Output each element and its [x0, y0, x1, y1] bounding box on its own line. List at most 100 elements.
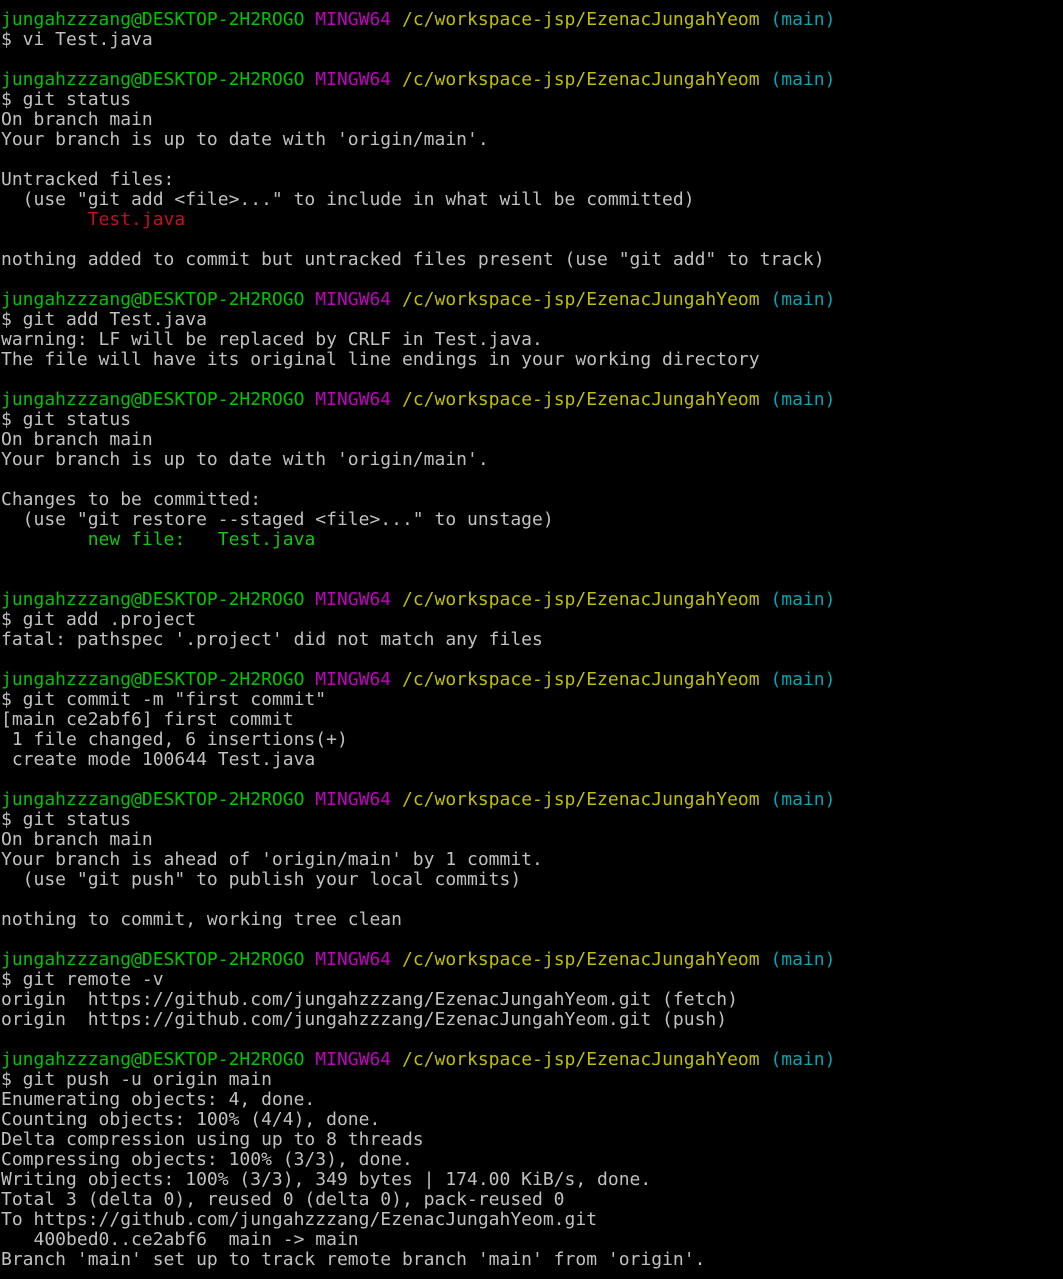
output-text: Writing objects: 100% (3/3), 349 bytes |…	[1, 1169, 652, 1190]
output-text: $ git commit -m "first commit"	[1, 689, 327, 710]
prompt-branch: (main)	[770, 1049, 836, 1070]
prompt-user-host: jungahzzzang@DESKTOP-2H2ROGO	[1, 589, 305, 610]
terminal-line: $ git status	[1, 810, 1063, 830]
terminal-line: create mode 100644 Test.java	[1, 750, 1063, 770]
output-text: Counting objects: 100% (4/4), done.	[1, 1109, 381, 1130]
terminal-line: Test.java	[1, 210, 1063, 230]
output-text: $ vi Test.java	[1, 29, 153, 50]
prompt-user-host: jungahzzzang@DESKTOP-2H2ROGO	[1, 389, 305, 410]
prompt-mingw: MINGW64	[315, 1049, 392, 1070]
prompt-branch: (main)	[770, 69, 836, 90]
prompt-user-host: jungahzzzang@DESKTOP-2H2ROGO	[1, 1049, 305, 1070]
prompt-mingw: MINGW64	[315, 289, 392, 310]
terminal-line: Your branch is ahead of 'origin/main' by…	[1, 850, 1063, 870]
terminal-line: nothing to commit, working tree clean	[1, 910, 1063, 930]
output-text: [main ce2abf6] first commit	[1, 709, 294, 730]
output-text: $ git add .project	[1, 609, 197, 630]
terminal-line: nothing added to commit but untracked fi…	[1, 250, 1063, 270]
output-text: (use "git restore --staged <file>..." to…	[1, 509, 554, 530]
terminal-line: jungahzzzang@DESKTOP-2H2ROGO MINGW64 /c/…	[1, 670, 1063, 690]
terminal-line: jungahzzzang@DESKTOP-2H2ROGO MINGW64 /c/…	[1, 590, 1063, 610]
prompt-branch: (main)	[770, 9, 836, 30]
prompt-branch: (main)	[770, 789, 836, 810]
prompt-user-host: jungahzzzang@DESKTOP-2H2ROGO	[1, 949, 305, 970]
output-text: nothing added to commit but untracked fi…	[1, 249, 825, 270]
output-text: 1 file changed, 6 insertions(+)	[1, 729, 348, 750]
prompt-path: /c/workspace-jsp/EzenacJungahYeom	[401, 669, 760, 690]
terminal-line: Your branch is up to date with 'origin/m…	[1, 450, 1063, 470]
prompt-path: /c/workspace-jsp/EzenacJungahYeom	[401, 9, 760, 30]
prompt-mingw: MINGW64	[315, 589, 392, 610]
prompt-user-host: jungahzzzang@DESKTOP-2H2ROGO	[1, 289, 305, 310]
output-text: $ git add Test.java	[1, 309, 207, 330]
prompt-mingw: MINGW64	[315, 669, 392, 690]
output-text: Delta compression using up to 8 threads	[1, 1129, 424, 1150]
output-text: Your branch is up to date with 'origin/m…	[1, 129, 489, 150]
prompt-user-host: jungahzzzang@DESKTOP-2H2ROGO	[1, 9, 305, 30]
output-text: $ git remote -v	[1, 969, 164, 990]
prompt-branch: (main)	[770, 389, 836, 410]
output-text: Branch 'main' set up to track remote bra…	[1, 1249, 706, 1270]
terminal-line: (use "git add <file>..." to include in w…	[1, 190, 1063, 210]
terminal-line: warning: LF will be replaced by CRLF in …	[1, 330, 1063, 350]
output-text: 400bed0..ce2abf6 main -> main	[1, 1229, 359, 1250]
output-text: $ git status	[1, 89, 132, 110]
terminal-line: Untracked files:	[1, 170, 1063, 190]
prompt-mingw: MINGW64	[315, 949, 392, 970]
terminal-line: On branch main	[1, 430, 1063, 450]
prompt-branch: (main)	[770, 669, 836, 690]
terminal-line: $ git status	[1, 90, 1063, 110]
terminal-line: jungahzzzang@DESKTOP-2H2ROGO MINGW64 /c/…	[1, 950, 1063, 970]
terminal-window[interactable]: jungahzzzang@DESKTOP-2H2ROGO MINGW64 /c/…	[0, 0, 1063, 1279]
terminal-line: The file will have its original line end…	[1, 350, 1063, 370]
terminal-line: Changes to be committed:	[1, 490, 1063, 510]
prompt-branch: (main)	[770, 949, 836, 970]
terminal-line: new file: Test.java	[1, 530, 1063, 550]
terminal-line: (use "git restore --staged <file>..." to…	[1, 510, 1063, 530]
terminal-line: $ git status	[1, 410, 1063, 430]
output-text: warning: LF will be replaced by CRLF in …	[1, 329, 543, 350]
prompt-branch: (main)	[770, 289, 836, 310]
terminal-line: origin https://github.com/jungahzzzang/E…	[1, 1010, 1063, 1030]
terminal-line: 400bed0..ce2abf6 main -> main	[1, 1230, 1063, 1250]
output-text: origin https://github.com/jungahzzzang/E…	[1, 1009, 728, 1030]
terminal-line: Total 3 (delta 0), reused 0 (delta 0), p…	[1, 1190, 1063, 1210]
prompt-user-host: jungahzzzang@DESKTOP-2H2ROGO	[1, 669, 305, 690]
output-text: $ git status	[1, 409, 132, 430]
output-text: Your branch is up to date with 'origin/m…	[1, 449, 489, 470]
output-text: Enumerating objects: 4, done.	[1, 1089, 316, 1110]
output-text: origin https://github.com/jungahzzzang/E…	[1, 989, 738, 1010]
prompt-mingw: MINGW64	[315, 789, 392, 810]
terminal-line: On branch main	[1, 830, 1063, 850]
terminal-line: fatal: pathspec '.project' did not match…	[1, 630, 1063, 650]
terminal-line: jungahzzzang@DESKTOP-2H2ROGO MINGW64 /c/…	[1, 1050, 1063, 1070]
